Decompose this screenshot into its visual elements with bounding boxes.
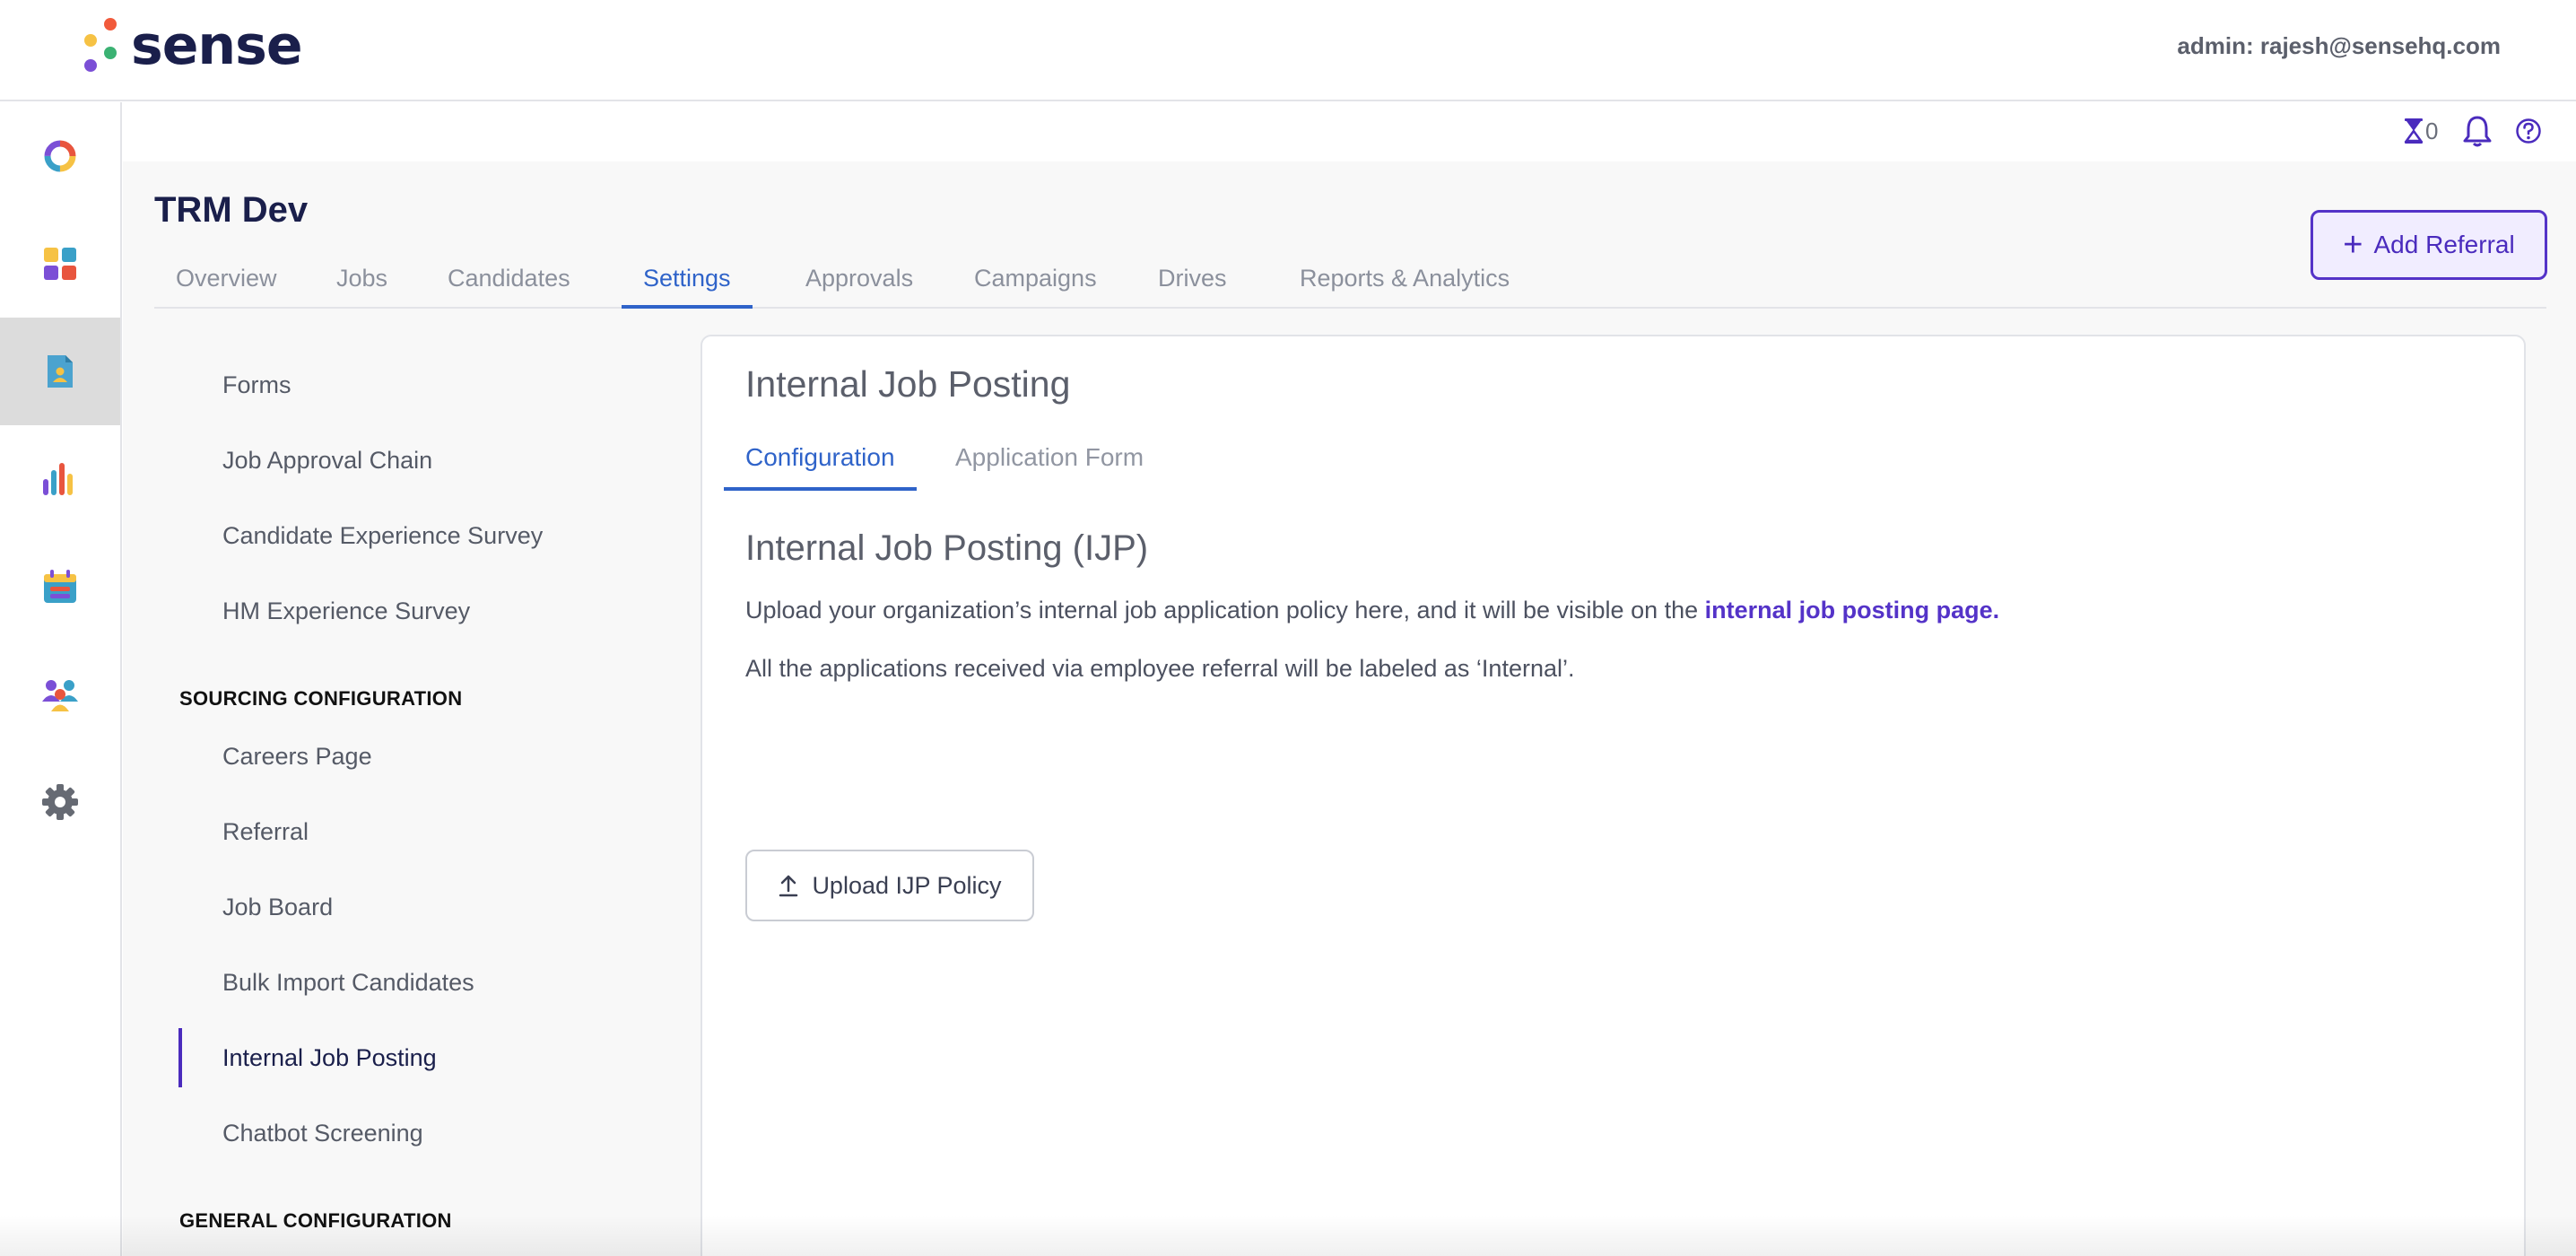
logo-dots-icon bbox=[83, 16, 122, 75]
rail-item-apps[interactable] bbox=[0, 210, 120, 318]
hourglass-counter[interactable]: 0 bbox=[2404, 115, 2438, 147]
tab-drives[interactable]: Drives bbox=[1136, 255, 1249, 309]
hourglass-icon bbox=[2404, 118, 2424, 144]
policy-description: Upload your organization’s internal job … bbox=[745, 597, 1999, 624]
referral-label-note: All the applications received via employ… bbox=[745, 655, 1575, 682]
sidebar-item-chatbot-screening[interactable]: Chatbot Screening bbox=[222, 1120, 423, 1147]
sidebar-item-internal-job-posting[interactable]: Internal Job Posting bbox=[222, 1044, 437, 1072]
sense-logo[interactable]: sense bbox=[83, 14, 303, 77]
help-button[interactable] bbox=[2515, 115, 2542, 147]
section-general-configuration: GENERAL CONFIGURATION bbox=[179, 1209, 452, 1232]
document-person-icon bbox=[48, 355, 73, 388]
calendar-icon bbox=[44, 570, 76, 603]
main-tabs: Overview Jobs Candidates Settings Approv… bbox=[154, 255, 2546, 309]
bar-chart-icon bbox=[43, 463, 73, 495]
gear-icon bbox=[42, 784, 78, 820]
upload-ijp-policy-label: Upload IJP Policy bbox=[812, 871, 1002, 899]
tab-reports-analytics[interactable]: Reports & Analytics bbox=[1278, 255, 1531, 309]
panel-title: Internal Job Posting bbox=[745, 363, 1071, 405]
section-sourcing-configuration: SOURCING CONFIGURATION bbox=[179, 687, 463, 710]
rail-item-settings[interactable] bbox=[0, 748, 120, 856]
rail-item-calendar[interactable] bbox=[0, 533, 120, 641]
sidebar-item-job-approval-chain[interactable]: Job Approval Chain bbox=[222, 447, 432, 475]
ijp-heading: Internal Job Posting (IJP) bbox=[745, 528, 1149, 568]
rail-item-people[interactable] bbox=[0, 641, 120, 748]
utility-bar: 0 bbox=[123, 102, 2576, 161]
sidebar-item-referral[interactable]: Referral bbox=[222, 818, 309, 846]
sidebar-item-job-board[interactable]: Job Board bbox=[222, 894, 333, 921]
sidebar-item-bulk-import-candidates[interactable]: Bulk Import Candidates bbox=[222, 969, 474, 997]
sidebar-item-forms[interactable]: Forms bbox=[222, 371, 292, 399]
subtab-application-form[interactable]: Application Form bbox=[934, 437, 1165, 491]
rail-item-dashboard[interactable] bbox=[0, 102, 120, 210]
sidebar-item-careers-page[interactable]: Careers Page bbox=[222, 743, 372, 771]
tab-overview[interactable]: Overview bbox=[154, 255, 299, 309]
rail-item-trm[interactable] bbox=[0, 318, 120, 425]
tab-settings[interactable]: Settings bbox=[622, 255, 753, 309]
bell-icon bbox=[2463, 116, 2492, 147]
ijp-panel: Internal Job Posting Configuration Appli… bbox=[701, 335, 2526, 1256]
upload-ijp-policy-button[interactable]: Upload IJP Policy bbox=[745, 850, 1034, 921]
hourglass-count: 0 bbox=[2425, 117, 2439, 144]
page-title: TRM Dev bbox=[154, 190, 309, 230]
donut-icon bbox=[44, 140, 76, 172]
notifications-button[interactable] bbox=[2460, 115, 2494, 147]
grid-icon bbox=[44, 248, 76, 280]
subtab-configuration[interactable]: Configuration bbox=[724, 437, 917, 491]
panel-subtabs: Configuration Application Form bbox=[724, 437, 2509, 491]
content-area: 0 TRM Dev + Add Referral Overview Jobs C… bbox=[123, 102, 2576, 1256]
help-icon bbox=[2516, 118, 2541, 144]
policy-description-text: Upload your organization’s internal job … bbox=[745, 597, 1705, 624]
sidebar-item-candidate-experience-survey[interactable]: Candidate Experience Survey bbox=[222, 522, 543, 550]
tab-approvals[interactable]: Approvals bbox=[784, 255, 935, 309]
tab-candidates[interactable]: Candidates bbox=[426, 255, 592, 309]
admin-account-label[interactable]: admin: rajesh@sensehq.com bbox=[2177, 32, 2501, 60]
sidebar-item-hm-experience-survey[interactable]: HM Experience Survey bbox=[222, 597, 470, 625]
left-icon-rail bbox=[0, 102, 122, 1256]
tab-jobs[interactable]: Jobs bbox=[315, 255, 409, 309]
logo-text: sense bbox=[131, 14, 303, 77]
people-icon bbox=[42, 680, 78, 711]
internal-job-posting-page-link[interactable]: internal job posting page. bbox=[1705, 597, 2000, 624]
active-item-indicator bbox=[178, 1028, 182, 1087]
top-header: sense admin: rajesh@sensehq.com bbox=[0, 0, 2576, 101]
tab-campaigns[interactable]: Campaigns bbox=[953, 255, 1118, 309]
rail-item-analytics[interactable] bbox=[0, 425, 120, 533]
upload-icon bbox=[778, 874, 799, 897]
